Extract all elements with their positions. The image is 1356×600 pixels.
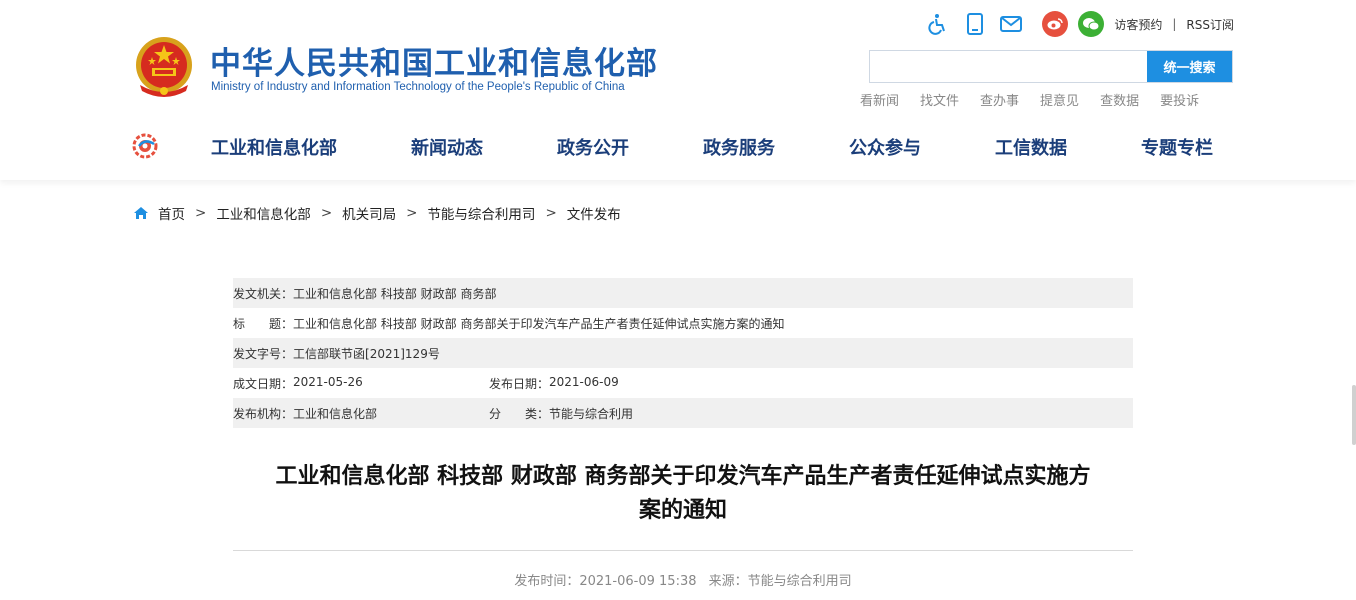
created-cell: 成文日期： 2021-05-26 (233, 375, 489, 392)
accessibility-icon[interactable] (926, 11, 952, 37)
top-toolbar: 访客预约 | RSS订阅 (916, 10, 1234, 38)
weibo-icon[interactable] (1042, 11, 1069, 37)
toolbar-separator: | (1172, 17, 1177, 31)
source-label: 来源： (708, 574, 748, 589)
published-value: 2021-06-09 (549, 374, 619, 389)
article-title-line: 工业和信息化部 科技部 财政部 商务部关于印发汽车产品生产者责任延伸试点实施方 (275, 464, 1091, 489)
site-title: 中华人民共和国工业和信息化部 (210, 46, 658, 82)
scrollbar-thumb[interactable] (1352, 385, 1356, 445)
nav-item-gov-affairs[interactable]: 政务公开 (557, 134, 629, 160)
pub-time-label: 发布时间： (514, 574, 580, 589)
created-label: 成文日期： (233, 376, 294, 391)
meta-row-dates: 成文日期： 2021-05-26 发布日期： 2021-06-09 (233, 368, 1133, 398)
meta-row-title: 标 题： 工业和信息化部 科技部 财政部 商务部关于印发汽车产品生产者责任延伸试… (233, 308, 1133, 338)
created-value: 2021-05-26 (293, 374, 363, 389)
main-nav: 工业和信息化部 新闻动态 政务公开 政务服务 公众参与 工信数据 专题专栏 (0, 126, 1356, 166)
category-cell: 分 类： 节能与综合利用 (489, 405, 633, 422)
docno-value: 工信部联节函[2021]129号 (293, 346, 440, 361)
national-emblem-icon (136, 37, 192, 97)
breadcrumb-separator: > (406, 205, 418, 221)
quick-link-complaint[interactable]: 要投诉 (1160, 90, 1199, 109)
miit-logo-icon (132, 133, 158, 159)
quick-link-news[interactable]: 看新闻 (860, 90, 899, 109)
site-header: 中华人民共和国工业和信息化部 Ministry of Industry and … (0, 0, 1356, 180)
search-input[interactable] (870, 51, 1147, 82)
nav-item-topics[interactable]: 专题专栏 (1141, 134, 1213, 160)
breadcrumb-miit[interactable]: 工业和信息化部 (216, 203, 311, 223)
docno-label: 发文字号： (233, 346, 294, 361)
home-icon[interactable] (133, 206, 149, 220)
nav-item-news[interactable]: 新闻动态 (411, 134, 483, 160)
nav-item-data[interactable]: 工信数据 (995, 134, 1067, 160)
quick-link-data[interactable]: 查数据 (1100, 90, 1139, 109)
article-title-line: 案的通知 (638, 498, 727, 523)
site-subtitle: Ministry of Industry and Information Tec… (211, 81, 625, 93)
title-value: 工业和信息化部 科技部 财政部 商务部关于印发汽车产品生产者责任延伸试点实施方案… (293, 316, 785, 331)
breadcrumb-documents[interactable]: 文件发布 (567, 203, 621, 223)
published-label: 发布日期： (489, 376, 550, 391)
quick-link-feedback[interactable]: 提意见 (1040, 90, 1079, 109)
org-value: 工业和信息化部 (293, 406, 378, 421)
breadcrumb-separator: > (320, 205, 333, 221)
wechat-icon[interactable] (1078, 11, 1105, 37)
issuer-label: 发文机关： (233, 286, 294, 301)
rss-link[interactable]: RSS订阅 (1186, 16, 1234, 33)
visitor-booking-link[interactable]: 访客预约 (1114, 16, 1162, 33)
breadcrumb-home[interactable]: 首页 (158, 203, 185, 223)
meta-row-issuer: 发文机关： 工业和信息化部 科技部 财政部 商务部 (233, 278, 1133, 308)
breadcrumb-departments[interactable]: 机关司局 (342, 203, 396, 223)
title-divider (233, 550, 1133, 551)
search-button[interactable]: 统一搜索 (1147, 51, 1232, 82)
breadcrumb: 首页 > 工业和信息化部 > 机关司局 > 节能与综合利用司 > 文件发布 (133, 203, 621, 223)
quick-link-services[interactable]: 查办事 (980, 90, 1019, 109)
mobile-icon[interactable] (962, 11, 988, 37)
org-cell: 发布机构： 工业和信息化部 (233, 405, 489, 422)
title-label: 标 题： (233, 316, 294, 331)
breadcrumb-separator: > (195, 205, 207, 221)
quick-link-files[interactable]: 找文件 (920, 90, 959, 109)
nav-item-public[interactable]: 公众参与 (849, 134, 921, 160)
source-value: 节能与综合利用司 (747, 574, 852, 589)
document-meta-table: 发文机关： 工业和信息化部 科技部 财政部 商务部 标 题： 工业和信息化部 科… (233, 278, 1133, 428)
issuer-value: 工业和信息化部 科技部 财政部 商务部 (293, 286, 497, 301)
publication-info: 发布时间：2021-06-09 15:38 来源：节能与综合利用司 (233, 570, 1133, 589)
meta-row-docno: 发文字号： 工信部联节函[2021]129号 (233, 338, 1133, 368)
quick-links: 看新闻 找文件 查办事 提意见 查数据 要投诉 (860, 90, 1220, 109)
pub-time-value: 2021-06-09 15:38 (579, 574, 697, 589)
breadcrumb-separator: > (545, 205, 557, 221)
nav-item-gov-services[interactable]: 政务服务 (703, 134, 775, 160)
nav-item-miit[interactable]: 工业和信息化部 (211, 134, 337, 160)
meta-row-org: 发布机构： 工业和信息化部 分 类： 节能与综合利用 (233, 398, 1133, 428)
search-box: 统一搜索 (869, 50, 1233, 83)
mail-icon[interactable] (998, 11, 1024, 37)
breadcrumb-energy-dept[interactable]: 节能与综合利用司 (427, 203, 535, 223)
category-label: 分 类： (489, 406, 550, 421)
org-label: 发布机构： (233, 406, 294, 421)
published-cell: 发布日期： 2021-06-09 (489, 375, 619, 392)
category-value: 节能与综合利用 (549, 406, 634, 421)
article-title: 工业和信息化部 科技部 财政部 商务部关于印发汽车产品生产者责任延伸试点实施方 … (233, 460, 1133, 528)
